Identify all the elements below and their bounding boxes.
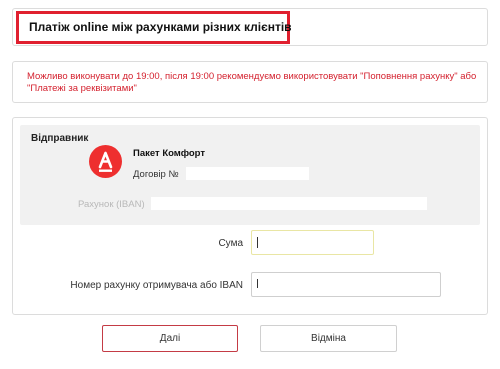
contract-label: Договір № <box>133 169 179 180</box>
page-title-box: Платіж online між рахунками різних клієн… <box>16 11 292 44</box>
page-title: Платіж online між рахунками різних клієн… <box>29 20 292 34</box>
package-name: Пакет Комфорт <box>133 148 206 159</box>
alfa-bank-logo-icon <box>89 145 122 178</box>
amount-input[interactable] <box>251 230 374 255</box>
next-button[interactable]: Далі <box>102 325 238 352</box>
transfer-form-panel: Відправник Пакет Комфорт Договір № Рахун… <box>12 117 488 315</box>
notice-text: Можливо виконувати до 19:00, після 19:00… <box>27 71 477 94</box>
recipient-account-label: Номер рахунку отримувача або IBAN <box>70 280 243 291</box>
recipient-account-input[interactable] <box>251 272 441 297</box>
account-label: Рахунок (IBAN) <box>78 199 145 210</box>
recipient-text-cursor <box>257 279 258 288</box>
contract-number-value <box>186 167 309 180</box>
amount-label: Сума <box>218 238 243 249</box>
amount-text-cursor <box>257 237 258 248</box>
notice-panel: Можливо виконувати до 19:00, після 19:00… <box>12 61 488 103</box>
sender-title: Відправник <box>31 133 89 144</box>
account-iban-value <box>151 197 427 210</box>
cancel-button[interactable]: Відміна <box>260 325 397 352</box>
sender-section: Відправник Пакет Комфорт Договір № Рахун… <box>20 125 480 225</box>
alfa-letter-icon <box>98 151 113 172</box>
